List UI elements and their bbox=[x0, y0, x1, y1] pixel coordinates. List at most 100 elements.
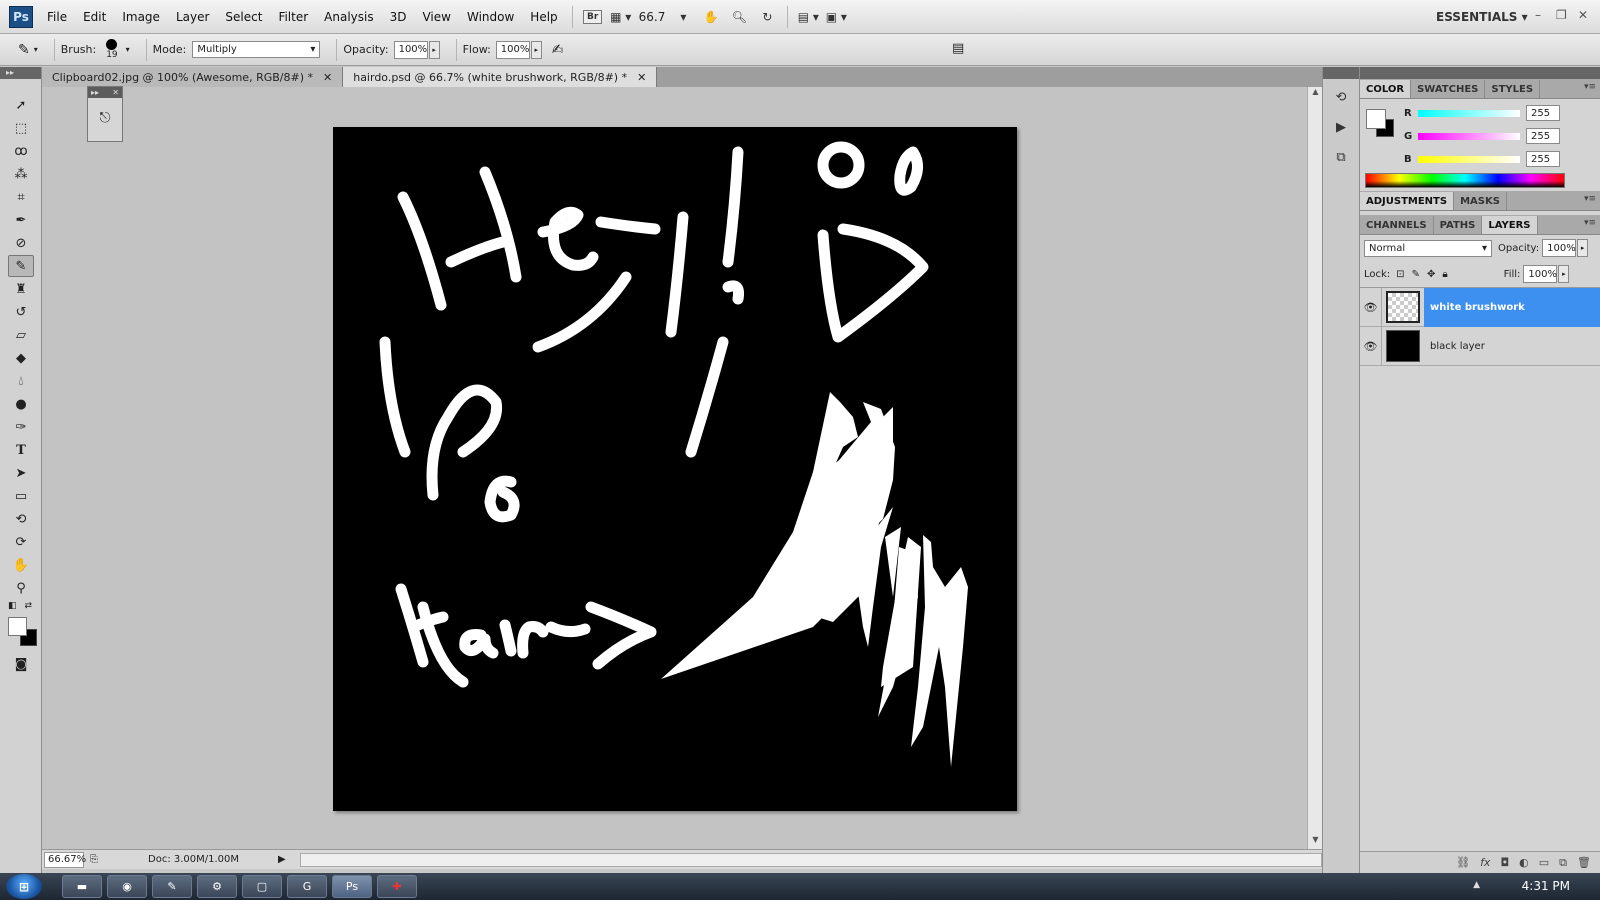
g-value-input[interactable]: 255 bbox=[1526, 128, 1560, 144]
tab-paths[interactable]: PATHS bbox=[1434, 216, 1483, 234]
menu-help[interactable]: Help bbox=[522, 10, 565, 24]
rotate-view-button[interactable]: ↻ bbox=[756, 6, 778, 28]
zoom-level-display[interactable]: 66.7 bbox=[635, 10, 670, 24]
tab-layers[interactable]: LAYERS bbox=[1482, 216, 1538, 234]
layer-style-icon[interactable]: fx bbox=[1480, 856, 1490, 869]
menu-image[interactable]: Image bbox=[114, 10, 168, 24]
type-tool[interactable]: T bbox=[8, 439, 34, 461]
scroll-up-icon[interactable]: ▲ bbox=[1308, 87, 1323, 101]
crop-tool[interactable]: ⌗ bbox=[8, 186, 34, 208]
flow-slider-button[interactable]: ▸ bbox=[530, 40, 542, 59]
foreground-color-swatch[interactable] bbox=[8, 617, 27, 636]
blur-tool[interactable]: 💧︎ bbox=[8, 370, 34, 392]
new-layer-icon[interactable]: ⧉ bbox=[1559, 856, 1567, 870]
status-zoom-field[interactable]: 66.67% bbox=[44, 851, 86, 868]
taskbar-app-8[interactable]: ✚ bbox=[377, 875, 417, 898]
zoom-tool[interactable]: ⚲ bbox=[8, 577, 34, 599]
menu-analysis[interactable]: Analysis bbox=[316, 10, 381, 24]
close-button[interactable]: ✕ bbox=[1578, 8, 1588, 22]
paint-bucket-tool[interactable]: ◆ bbox=[8, 347, 34, 369]
menu-filter[interactable]: Filter bbox=[270, 10, 316, 24]
actions-panel-button[interactable]: ▶ bbox=[1328, 115, 1354, 139]
clone-source-panel-button[interactable]: ⧉ bbox=[1328, 145, 1354, 169]
tools-panel-header[interactable]: ▸▸ bbox=[0, 67, 41, 79]
restore-button[interactable]: ❐ bbox=[1556, 8, 1567, 22]
tab-clipboard02[interactable]: Clipboard02.jpg @ 100% (Awesome, RGB/8#)… bbox=[42, 67, 344, 87]
panels-header[interactable] bbox=[1360, 67, 1600, 79]
lock-image-icon[interactable]: ✎ bbox=[1412, 269, 1420, 280]
tab-adjustments[interactable]: ADJUSTMENTS bbox=[1360, 192, 1455, 210]
horizontal-scrollbar[interactable] bbox=[299, 852, 1322, 867]
status-icon[interactable]: ⎘ bbox=[90, 854, 98, 865]
float-panel-header[interactable]: ▸▸ ✕ bbox=[88, 87, 122, 98]
tool-presets-button[interactable]: ⎋ bbox=[92, 106, 118, 130]
menu-select[interactable]: Select bbox=[217, 10, 270, 24]
b-value-input[interactable]: 255 bbox=[1526, 151, 1560, 167]
start-button[interactable]: ⊞ bbox=[6, 874, 42, 899]
minimize-button[interactable]: – bbox=[1535, 8, 1541, 22]
r-slider[interactable] bbox=[1418, 109, 1520, 117]
layer-name[interactable]: black layer bbox=[1424, 327, 1600, 366]
layer-mask-icon[interactable]: ◘ bbox=[1500, 856, 1509, 869]
zoom-tool-button[interactable]: 🔍︎ bbox=[728, 6, 750, 28]
close-icon[interactable]: ✕ bbox=[112, 87, 119, 98]
menu-layer[interactable]: Layer bbox=[168, 10, 217, 24]
foreground-color-swatch[interactable] bbox=[1366, 109, 1386, 129]
tab-swatches[interactable]: SWATCHES bbox=[1411, 80, 1486, 98]
clone-stamp-tool[interactable]: ♜ bbox=[8, 278, 34, 300]
3d-orbit-tool[interactable]: ⟳ bbox=[8, 531, 34, 553]
flow-input[interactable]: 100% bbox=[495, 40, 530, 59]
layer-name[interactable]: white brushwork bbox=[1424, 287, 1600, 327]
hand-tool-button[interactable]: ✋ bbox=[700, 6, 722, 28]
magic-wand-tool[interactable]: ⁂ bbox=[8, 163, 34, 185]
tab-color[interactable]: COLOR bbox=[1360, 80, 1412, 98]
lasso-tool[interactable]: ꝏ bbox=[8, 140, 34, 162]
g-slider[interactable] bbox=[1418, 132, 1520, 140]
tray-expand-icon[interactable]: ▲ bbox=[1473, 880, 1480, 890]
taskbar-chrome[interactable]: ◉ bbox=[107, 875, 147, 898]
taskbar-app-3[interactable]: ✎ bbox=[152, 875, 192, 898]
lock-transparent-icon[interactable]: ⊡ bbox=[1396, 269, 1404, 280]
healing-brush-tool[interactable]: ⊘ bbox=[8, 232, 34, 254]
tab-masks[interactable]: MASKS bbox=[1454, 192, 1507, 210]
scroll-down-icon[interactable]: ▼ bbox=[1308, 835, 1323, 849]
pen-tool[interactable]: ✑ bbox=[8, 416, 34, 438]
visibility-eye-icon[interactable]: 👁︎ bbox=[1360, 287, 1382, 327]
hand-tool[interactable]: ✋ bbox=[8, 554, 34, 576]
marquee-tool[interactable]: ⬚ bbox=[8, 117, 34, 139]
shape-tool[interactable]: ▭ bbox=[8, 485, 34, 507]
dodge-tool[interactable]: ● bbox=[8, 393, 34, 415]
brush-picker[interactable]: Brush: 19 ▾ bbox=[61, 39, 130, 60]
b-slider[interactable] bbox=[1418, 155, 1520, 163]
panel-toggle-button[interactable]: ▤ bbox=[952, 41, 964, 56]
layer-opacity-input[interactable]: 100% bbox=[1542, 239, 1577, 257]
expand-icon[interactable]: ▸▸ bbox=[91, 87, 99, 98]
layer-row-black-layer[interactable]: 👁︎ black layer bbox=[1360, 326, 1600, 366]
fill-input[interactable]: 100% bbox=[1523, 265, 1558, 283]
move-tool[interactable]: ➚ bbox=[8, 94, 34, 116]
layer-opacity-slider-button[interactable]: ▸ bbox=[1577, 239, 1589, 257]
dock-header[interactable] bbox=[1323, 67, 1359, 79]
opacity-slider-button[interactable]: ▸ bbox=[428, 40, 440, 59]
menu-window[interactable]: Window bbox=[459, 10, 522, 24]
history-brush-tool[interactable]: ↺ bbox=[8, 301, 34, 323]
history-panel-button[interactable]: ⟲ bbox=[1328, 85, 1354, 109]
path-selection-tool[interactable]: ➤ bbox=[8, 462, 34, 484]
lock-position-icon[interactable]: ✥ bbox=[1427, 269, 1435, 280]
close-icon[interactable]: ✕ bbox=[323, 71, 332, 84]
swap-colors-icon[interactable]: ⇄ bbox=[25, 601, 33, 611]
taskbar-steam[interactable]: ⚙ bbox=[197, 875, 237, 898]
layer-blend-mode-select[interactable]: Normal ▾ bbox=[1364, 239, 1492, 257]
blend-mode-select[interactable]: Multiply ▾ bbox=[192, 41, 321, 58]
vertical-scrollbar[interactable]: ▲ ▼ bbox=[1307, 87, 1322, 849]
airbrush-button[interactable]: ✍ bbox=[552, 42, 564, 58]
document-canvas[interactable] bbox=[333, 127, 1017, 811]
workspace-switcher[interactable]: ESSENTIALS ▾ bbox=[1436, 10, 1528, 24]
opacity-input[interactable]: 100% bbox=[393, 40, 428, 59]
menu-file[interactable]: File bbox=[39, 10, 75, 24]
default-colors-icon[interactable]: ◧ bbox=[8, 601, 17, 611]
color-spectrum-ramp[interactable] bbox=[1365, 173, 1565, 188]
eyedropper-tool[interactable]: ✒ bbox=[8, 209, 34, 231]
brush-tool[interactable]: ✎ bbox=[8, 255, 34, 277]
link-layers-icon[interactable]: ⛓ bbox=[1456, 856, 1470, 869]
